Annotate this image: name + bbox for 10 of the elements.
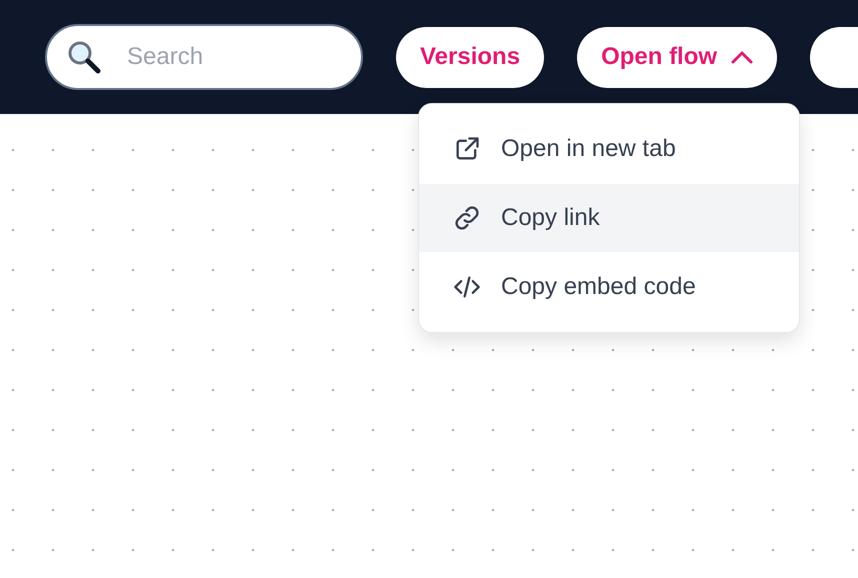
- chevron-icon: [731, 50, 754, 64]
- search-field[interactable]: Search: [45, 24, 363, 90]
- dropdown-button[interactable]: Open flow: [577, 26, 778, 88]
- menu-item[interactable]: Open in new tab: [419, 115, 799, 184]
- toolbar-button[interactable]: [810, 26, 858, 88]
- menu-item[interactable]: Copy link: [419, 184, 799, 252]
- link-icon: [453, 204, 481, 232]
- toolbar-button[interactable]: Versions: [396, 26, 544, 88]
- magnifier-icon: [67, 40, 101, 74]
- menu-item[interactable]: Copy embed code: [419, 252, 799, 322]
